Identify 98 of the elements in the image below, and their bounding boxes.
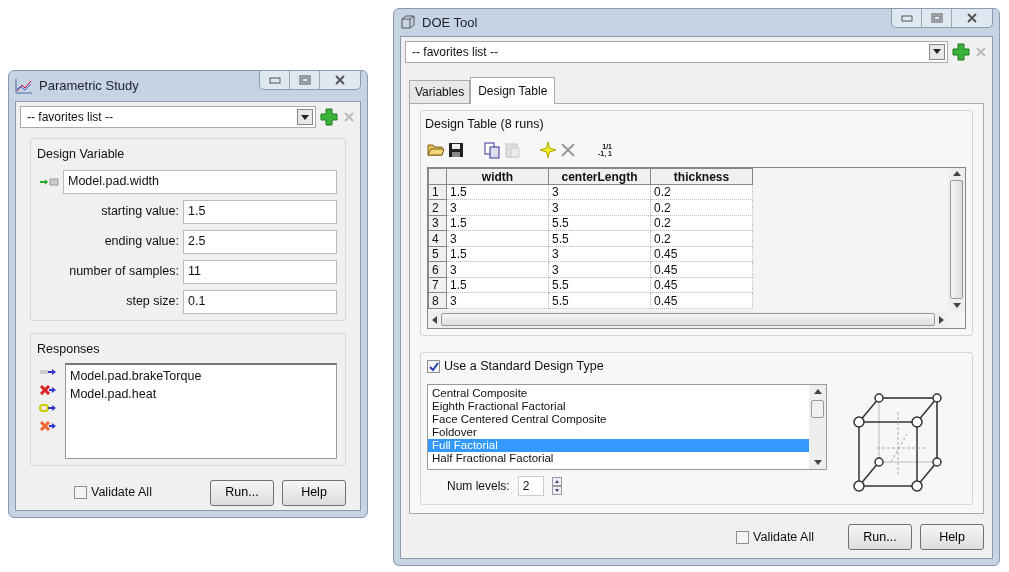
checkbox-label: Validate All — [753, 528, 814, 546]
remove-all-icon[interactable] — [39, 420, 57, 431]
table-cell[interactable]: 5.5 — [548, 292, 651, 309]
table-cell[interactable]: 3 — [446, 199, 549, 216]
table-cell[interactable]: 3 — [548, 246, 651, 262]
table-cell[interactable]: 0.2 — [650, 184, 753, 200]
add-icon[interactable] — [320, 108, 338, 126]
variable-icon — [39, 176, 59, 187]
vertical-scrollbar[interactable] — [948, 168, 965, 312]
list-item[interactable]: Half Fractional Factorial — [428, 452, 809, 465]
window-title: DOE Tool — [422, 13, 478, 32]
minimize-icon — [900, 14, 913, 22]
chart-icon — [15, 78, 33, 94]
scroll-thumb[interactable] — [811, 400, 824, 418]
scroll-thumb[interactable] — [441, 313, 935, 327]
table-cell[interactable]: 1.5 — [446, 184, 549, 200]
table-cell[interactable]: 0.2 — [650, 215, 753, 231]
sparkle-icon[interactable] — [539, 141, 557, 160]
tab[interactable]: Variables — [409, 79, 471, 103]
group-title: Design Variable — [37, 146, 125, 163]
vertical-scrollbar[interactable] — [809, 385, 826, 469]
add-response-icon[interactable] — [39, 366, 57, 377]
field-label: number of samples: — [68, 263, 179, 281]
list-item[interactable]: Model.pad.heat — [70, 385, 332, 404]
list-item[interactable]: Model.pad.brakeTorque — [70, 366, 332, 386]
table-cell[interactable]: 1.5 — [446, 246, 549, 262]
scroll-up-icon[interactable] — [813, 389, 822, 394]
checkbox-label: Validate All — [91, 484, 152, 502]
column-header[interactable]: width — [446, 168, 549, 185]
close-icon — [334, 75, 346, 85]
checkbox[interactable] — [427, 360, 440, 374]
copy-icon[interactable] — [483, 141, 501, 160]
favorites-dropdown[interactable]: -- favorites list -- — [20, 106, 316, 128]
list-item[interactable]: Face Centered Central Composite — [428, 413, 809, 426]
scroll-down-icon[interactable] — [952, 303, 961, 309]
list-item[interactable]: Eighth Fractional Factorial — [428, 400, 809, 413]
add-icon[interactable] — [952, 42, 970, 61]
checkbox[interactable] — [74, 486, 87, 499]
variable-field[interactable]: Model.pad.width — [63, 169, 337, 194]
table-cell[interactable]: 3 — [548, 199, 651, 216]
field-label: Num levels: — [447, 478, 510, 495]
table-cell[interactable]: 3 — [446, 230, 549, 247]
input-field[interactable]: 11 — [183, 259, 337, 284]
table-cell[interactable]: 5.5 — [548, 215, 651, 231]
scroll-up-icon[interactable] — [952, 171, 961, 177]
table-cell[interactable]: 0.45 — [650, 277, 753, 293]
table-cell[interactable]: 0.45 — [650, 292, 753, 309]
table-cell[interactable]: 5.5 — [548, 277, 651, 293]
maximize-icon — [298, 75, 311, 85]
input-field[interactable]: 0.1 — [183, 289, 337, 314]
dropdown-arrow-icon — [301, 114, 309, 120]
close-icon — [966, 13, 978, 23]
link-response-icon[interactable] — [39, 402, 57, 413]
dropdown-arrow-icon — [933, 49, 941, 54]
field-label: ending value: — [103, 233, 179, 251]
table-cell[interactable]: 0.45 — [650, 261, 753, 278]
minimize-icon — [268, 76, 281, 84]
table-cell[interactable]: 0.45 — [650, 246, 753, 262]
maximize-icon — [930, 13, 943, 23]
table-cell[interactable]: 0.2 — [650, 230, 753, 247]
checkbox-label: Use a Standard Design Type — [444, 358, 604, 376]
field-label: step size: — [125, 293, 179, 311]
dialog-button[interactable]: Help — [282, 479, 346, 506]
scroll-thumb[interactable] — [950, 180, 963, 300]
table-cell[interactable]: 3 — [446, 292, 549, 309]
check-icon — [428, 361, 439, 372]
scroll-left-icon[interactable] — [432, 315, 437, 324]
remove-response-icon[interactable] — [39, 384, 57, 395]
table-cell[interactable]: 1.5 — [446, 215, 549, 231]
column-header[interactable]: thickness — [650, 168, 753, 185]
table-cell[interactable]: 3 — [548, 261, 651, 278]
column-header[interactable]: centerLength — [548, 168, 651, 185]
horizontal-scrollbar[interactable] — [428, 311, 948, 329]
save-icon[interactable] — [447, 141, 465, 160]
input-field[interactable]: 1.5 — [183, 199, 337, 224]
field-label: starting value: — [100, 203, 179, 221]
group-title: Design Table (8 runs) — [425, 115, 544, 133]
table-cell[interactable]: 5.5 — [548, 230, 651, 247]
list-item[interactable]: Foldover — [428, 426, 809, 439]
table-cell[interactable]: 3 — [548, 184, 651, 200]
dialog-button[interactable]: Run... — [848, 524, 912, 550]
input-field[interactable]: 2.5 — [183, 229, 337, 254]
dialog-button[interactable]: Help — [920, 524, 984, 550]
table-cell[interactable]: 3 — [446, 261, 549, 278]
dialog-button[interactable]: Run... — [210, 479, 274, 506]
table-cell[interactable]: 0.2 — [650, 199, 753, 216]
spin-field[interactable]: 2 — [517, 476, 544, 496]
table-cell[interactable]: 1.5 — [446, 277, 549, 293]
tab[interactable]: Design Table — [470, 76, 556, 104]
window-title: Parametric Study — [39, 77, 139, 96]
group-title: Responses — [37, 340, 100, 358]
cube-icon — [400, 14, 416, 31]
scroll-right-icon[interactable] — [939, 315, 944, 324]
scroll-down-icon[interactable] — [813, 460, 822, 465]
spinner-icon[interactable] — [551, 477, 562, 495]
favorites-dropdown[interactable]: -- favorites list -- — [405, 40, 948, 63]
list-item[interactable]: Central Composite — [428, 387, 809, 400]
checkbox[interactable] — [736, 530, 750, 544]
